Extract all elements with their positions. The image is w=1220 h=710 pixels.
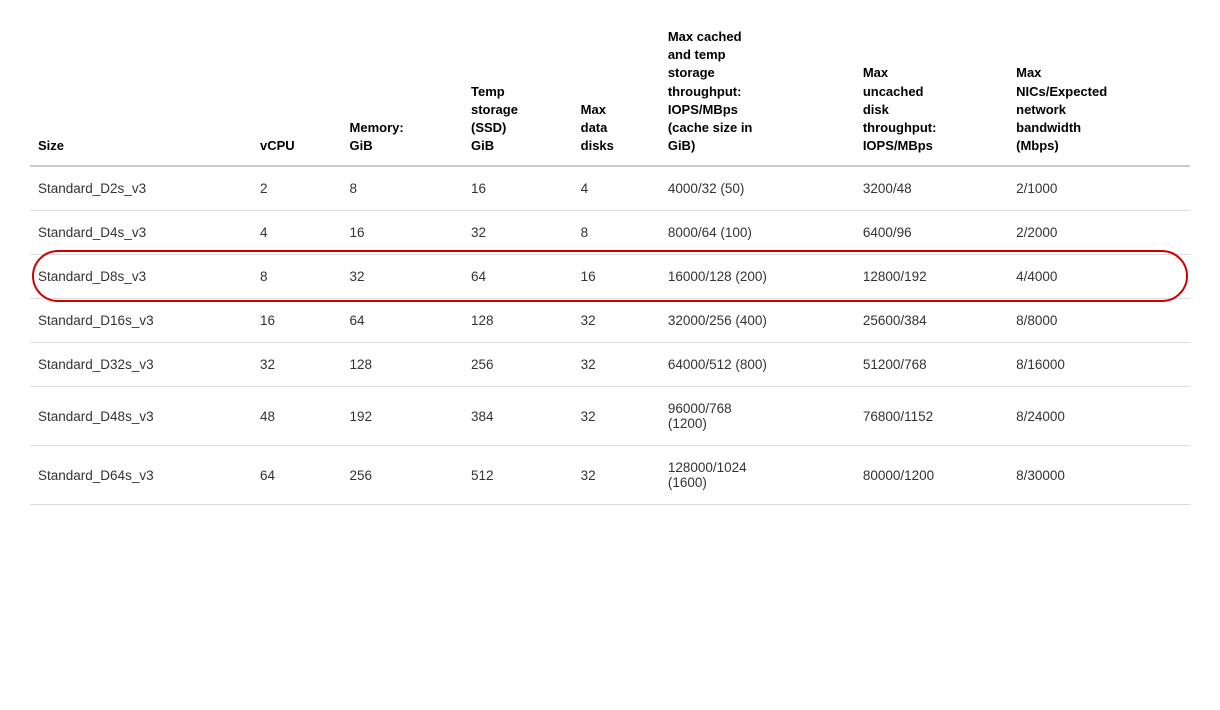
table-row: Standard_D8s_v3832641616000/128 (200)128… [30,255,1190,299]
table-row: Standard_D48s_v3481923843296000/768(1200… [30,387,1190,446]
cell-max_data_disks: 32 [573,299,660,343]
cell-max_data_disks: 32 [573,446,660,505]
col-header-vcpu: vCPU [252,20,342,166]
col-header-max-uncached: Maxuncacheddiskthroughput:IOPS/MBps [855,20,1008,166]
cell-max_data_disks: 32 [573,343,660,387]
cell-temp_storage: 256 [463,343,573,387]
cell-vcpu: 2 [252,166,342,211]
cell-max_cached: 32000/256 (400) [660,299,855,343]
cell-memory: 128 [342,343,463,387]
cell-temp_storage: 384 [463,387,573,446]
cell-memory: 32 [342,255,463,299]
cell-max_cached: 64000/512 (800) [660,343,855,387]
col-header-max-nics: MaxNICs/Expectednetworkbandwidth(Mbps) [1008,20,1190,166]
cell-size: Standard_D4s_v3 [30,211,252,255]
cell-max_uncached: 80000/1200 [855,446,1008,505]
col-header-max-data-disks: Maxdatadisks [573,20,660,166]
col-header-temp-storage: Tempstorage(SSD)GiB [463,20,573,166]
cell-vcpu: 4 [252,211,342,255]
cell-memory: 16 [342,211,463,255]
cell-max_uncached: 25600/384 [855,299,1008,343]
cell-temp_storage: 16 [463,166,573,211]
cell-vcpu: 64 [252,446,342,505]
cell-max_data_disks: 8 [573,211,660,255]
cell-max_cached: 128000/1024(1600) [660,446,855,505]
table-row: Standard_D32s_v3321282563264000/512 (800… [30,343,1190,387]
cell-max_nics: 8/16000 [1008,343,1190,387]
cell-max_nics: 2/2000 [1008,211,1190,255]
cell-size: Standard_D8s_v3 [30,255,252,299]
table-row: Standard_D2s_v3281644000/32 (50)3200/482… [30,166,1190,211]
cell-memory: 192 [342,387,463,446]
cell-memory: 256 [342,446,463,505]
table-row: Standard_D16s_v316641283232000/256 (400)… [30,299,1190,343]
cell-temp_storage: 128 [463,299,573,343]
cell-max_nics: 8/30000 [1008,446,1190,505]
cell-memory: 8 [342,166,463,211]
cell-max_data_disks: 4 [573,166,660,211]
cell-max_cached: 4000/32 (50) [660,166,855,211]
cell-max_nics: 2/1000 [1008,166,1190,211]
cell-temp_storage: 64 [463,255,573,299]
cell-vcpu: 48 [252,387,342,446]
cell-size: Standard_D64s_v3 [30,446,252,505]
cell-max_uncached: 3200/48 [855,166,1008,211]
cell-max_uncached: 12800/192 [855,255,1008,299]
table-row: Standard_D4s_v34163288000/64 (100)6400/9… [30,211,1190,255]
cell-temp_storage: 32 [463,211,573,255]
cell-memory: 64 [342,299,463,343]
cell-max_data_disks: 16 [573,255,660,299]
cell-max_cached: 16000/128 (200) [660,255,855,299]
cell-max_nics: 4/4000 [1008,255,1190,299]
cell-temp_storage: 512 [463,446,573,505]
cell-max_cached: 8000/64 (100) [660,211,855,255]
table-row: Standard_D64s_v36425651232128000/1024(16… [30,446,1190,505]
cell-size: Standard_D32s_v3 [30,343,252,387]
col-header-max-cached: Max cachedand tempstoragethroughput:IOPS… [660,20,855,166]
cell-max_uncached: 51200/768 [855,343,1008,387]
cell-max_nics: 8/8000 [1008,299,1190,343]
cell-max_uncached: 6400/96 [855,211,1008,255]
table-header-row: Size vCPU Memory:GiB Tempstorage(SSD)GiB… [30,20,1190,166]
vm-sizes-table-container: Size vCPU Memory:GiB Tempstorage(SSD)GiB… [30,20,1190,505]
cell-max_data_disks: 32 [573,387,660,446]
col-header-size: Size [30,20,252,166]
cell-max_cached: 96000/768(1200) [660,387,855,446]
cell-max_uncached: 76800/1152 [855,387,1008,446]
cell-max_nics: 8/24000 [1008,387,1190,446]
cell-vcpu: 32 [252,343,342,387]
cell-vcpu: 16 [252,299,342,343]
col-header-memory: Memory:GiB [342,20,463,166]
cell-size: Standard_D48s_v3 [30,387,252,446]
cell-size: Standard_D16s_v3 [30,299,252,343]
cell-size: Standard_D2s_v3 [30,166,252,211]
vm-sizes-table: Size vCPU Memory:GiB Tempstorage(SSD)GiB… [30,20,1190,505]
cell-vcpu: 8 [252,255,342,299]
